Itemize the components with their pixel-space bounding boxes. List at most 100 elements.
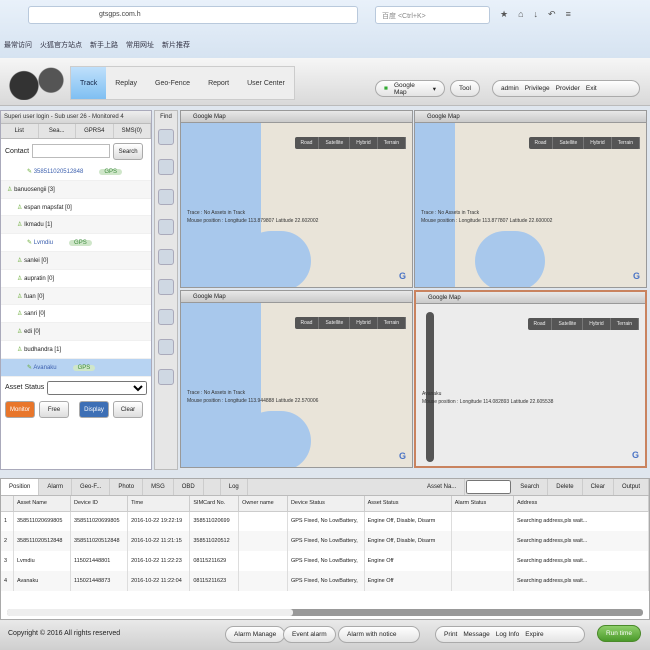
tab-replay[interactable]: Replay [106, 67, 146, 99]
table-row[interactable]: 3 Lvmdiu 115021448801 2016-10-22 11:22:23 08… [1, 551, 649, 571]
tree-item[interactable]: ♙ edi [0] [1, 323, 151, 341]
column-header[interactable]: Time [127, 496, 191, 512]
tree-item[interactable]: ✎ 358511020512848 GPS [1, 163, 151, 181]
find-button[interactable]: Find [155, 114, 177, 120]
print-tool-icon[interactable] [158, 369, 174, 385]
monitor-button[interactable]: Monitor [5, 400, 35, 418]
map-type-terrain[interactable]: Terrain [611, 318, 639, 330]
map-type-terrain[interactable]: Terrain [612, 137, 640, 149]
tree-item[interactable]: ✎ Avanaku GPS [1, 358, 151, 377]
bookmark[interactable]: 常用网址 [126, 40, 154, 50]
tree-item[interactable]: ♙ espan mapsfat [0] [1, 199, 151, 217]
bookmark-icon[interactable]: ★ [500, 9, 508, 20]
tab-list[interactable]: List [1, 124, 39, 138]
output-button[interactable]: Output [614, 479, 649, 495]
column-header[interactable] [1, 496, 14, 512]
grid-tab[interactable]: Log [221, 479, 248, 495]
exit-button[interactable]: Exit [586, 85, 597, 92]
map-type-road[interactable]: Road [295, 317, 320, 329]
back-icon[interactable]: ↶ [548, 9, 556, 20]
geofence-tool-icon[interactable] [158, 309, 174, 325]
zoom-tool-icon[interactable] [158, 129, 174, 145]
free-button[interactable]: Free [39, 400, 69, 418]
marker-tool-icon[interactable] [158, 279, 174, 295]
grid-tab[interactable]: Alarm [39, 479, 73, 495]
privilege-button[interactable]: Privilege [525, 85, 550, 92]
event-alarm-button[interactable]: Event alarm [283, 626, 336, 643]
column-header[interactable]: Owner name [238, 496, 288, 512]
locate-tool-icon[interactable] [158, 219, 174, 235]
column-header[interactable]: Device Status [287, 496, 365, 512]
search-button[interactable]: Search [512, 479, 549, 495]
grid-tab[interactable] [204, 479, 221, 495]
map-type-road[interactable]: Road [529, 137, 554, 149]
map-select[interactable]: ■ Google Map ▾ [375, 80, 445, 97]
clear-button[interactable]: Clear [583, 479, 614, 495]
settings-tool-icon[interactable] [158, 339, 174, 355]
tree-item[interactable]: ♙ sanlei [0] [1, 251, 151, 270]
user-button[interactable]: admin [501, 85, 519, 92]
search-button[interactable]: Search [113, 142, 144, 160]
tab-report[interactable]: Report [199, 67, 238, 99]
map-type-terrain[interactable]: Terrain [378, 137, 406, 149]
expire-button[interactable]: Expire [525, 631, 543, 638]
grid-tab[interactable]: Position [1, 479, 40, 495]
tab-user-center[interactable]: User Center [238, 67, 294, 99]
table-row[interactable]: 2 358511020512848 358511020512848 2016-10-2… [1, 531, 649, 551]
column-header[interactable]: Asset Name [13, 496, 72, 512]
column-header[interactable]: SIMCard No. [189, 496, 240, 512]
contact-input[interactable] [32, 144, 111, 158]
table-row[interactable]: 1 358511020699805 358511020699805 2016-10-2… [1, 511, 649, 531]
message-button[interactable]: Message [463, 631, 489, 638]
tool-button[interactable]: Tool [450, 80, 480, 97]
column-header[interactable]: Alarm Status [451, 496, 515, 512]
map-type-satellite[interactable]: Satellite [319, 137, 351, 149]
map-type-hybrid[interactable]: Hybrid [584, 137, 612, 149]
bookmark[interactable]: 火狐官方站点 [40, 40, 82, 50]
run-time-button[interactable]: Run time [597, 625, 642, 642]
tab-track[interactable]: Track [71, 67, 107, 99]
menu-icon[interactable]: ≡ [566, 9, 571, 20]
grid-tab[interactable]: MSG [143, 479, 174, 495]
map-type-road[interactable]: Road [295, 137, 320, 149]
pointer-tool-icon[interactable] [158, 189, 174, 205]
clear-button[interactable]: Clear [113, 400, 143, 418]
map-type-hybrid[interactable]: Hybrid [350, 317, 378, 329]
measure-tool-icon[interactable] [158, 159, 174, 175]
tree-item[interactable]: ♙ Ikmadu [1] [1, 216, 151, 235]
horizontal-scrollbar[interactable] [7, 609, 643, 616]
column-header[interactable]: Address [513, 496, 649, 512]
map-type-hybrid[interactable]: Hybrid [350, 137, 378, 149]
table-row[interactable]: 4 Avanaku 115021448873 2016-10-22 11:22:04 0… [1, 571, 649, 591]
provider-button[interactable]: Provider [556, 85, 580, 92]
grid-tab[interactable]: Photo [110, 479, 144, 495]
refresh-tool-icon[interactable] [158, 249, 174, 265]
asset-status-select[interactable] [47, 380, 147, 395]
column-header[interactable]: Device ID [70, 496, 129, 512]
log-info-button[interactable]: Log Info [496, 631, 520, 638]
asset-name-select[interactable]: Asset Na... [419, 479, 466, 495]
tab-sms[interactable]: SMS(0) [114, 124, 151, 138]
tree-item[interactable]: ♙ budhandra [1] [1, 341, 151, 359]
tree-item[interactable]: ✎ Lvmdiu GPS [1, 234, 151, 252]
home-icon[interactable]: ⌂ [518, 9, 523, 20]
tree-item[interactable]: ♙ sanri [0] [1, 305, 151, 324]
bookmark[interactable]: 新片推荐 [162, 40, 190, 50]
grid-search-input[interactable] [466, 480, 512, 494]
download-icon[interactable]: ↓ [534, 9, 539, 20]
map-type-terrain[interactable]: Terrain [378, 317, 406, 329]
column-header[interactable]: Asset Status [364, 496, 452, 512]
map-panel[interactable]: Google Map Road Satellite Hybrid Terrain Tr… [414, 110, 647, 288]
map-panel[interactable]: Google Map Road Satellite Hybrid Terrain Av… [414, 290, 647, 468]
tree-item[interactable]: ♙ banuosengii [3] [1, 180, 151, 199]
alarm-manage-button[interactable]: Alarm Manage [225, 626, 286, 643]
map-panel[interactable]: Google Map Road Satellite Hybrid Terrain Tr… [180, 110, 413, 288]
tab-search[interactable]: Sea... [39, 124, 76, 138]
address-bar[interactable]: gtsgps.com.h [28, 6, 358, 24]
grid-tab[interactable]: Geo-F... [72, 479, 111, 495]
map-panel[interactable]: Google Map Road Satellite Hybrid Terrain Tr… [180, 290, 413, 468]
map-type-satellite[interactable]: Satellite [552, 318, 584, 330]
bookmark[interactable]: 最常访问 [4, 40, 32, 50]
display-button[interactable]: Display [79, 400, 109, 418]
tree-item[interactable]: ♙ aupratin [0] [1, 270, 151, 288]
